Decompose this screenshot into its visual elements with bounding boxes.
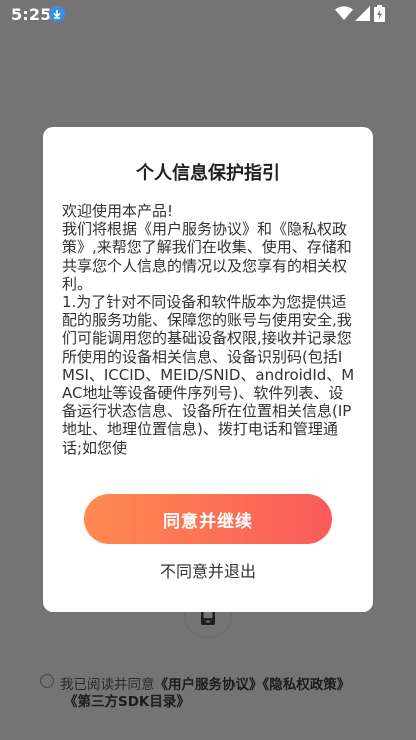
privacy-policy-link[interactable]: 《隐私权政策》 <box>263 677 351 693</box>
dialog-body[interactable]: 欢迎使用本产品! 我们将根据《用户服务协议》和《隐私权政策》,来帮您了解我们在收… <box>62 202 355 456</box>
agreement-text-line2: 《第三方SDK目录》 <box>64 690 190 710</box>
status-time: 5:25 <box>11 5 52 24</box>
download-icon <box>49 6 65 22</box>
body-greeting: 欢迎使用本产品! <box>62 202 174 220</box>
sdk-list-link[interactable]: 《第三方SDK目录》 <box>64 694 190 710</box>
wifi-icon <box>335 6 353 25</box>
disagree-exit-button[interactable]: 不同意并退出 <box>43 558 373 582</box>
body-paragraph-1: 我们将根据《用户服务协议》和《隐私权政策》,来帮您了解我们在收集、使用、存储和共… <box>62 220 352 293</box>
status-bar: 5:25 <box>0 0 416 30</box>
dialog-title: 个人信息保护指引 <box>136 163 280 184</box>
agreement-checkbox[interactable] <box>40 674 54 688</box>
privacy-dialog: 个人信息保护指引 欢迎使用本产品! 我们将根据《用户服务协议》和《隐私权政策》,… <box>43 127 373 612</box>
signal-icon <box>355 6 370 25</box>
body-paragraph-2: 1.为了针对不同设备和软件版本为您提供适配的服务功能、保障您的账号与使用安全,我… <box>62 293 355 456</box>
battery-icon <box>374 5 385 26</box>
agree-continue-button[interactable]: 同意并继续 <box>84 494 332 544</box>
